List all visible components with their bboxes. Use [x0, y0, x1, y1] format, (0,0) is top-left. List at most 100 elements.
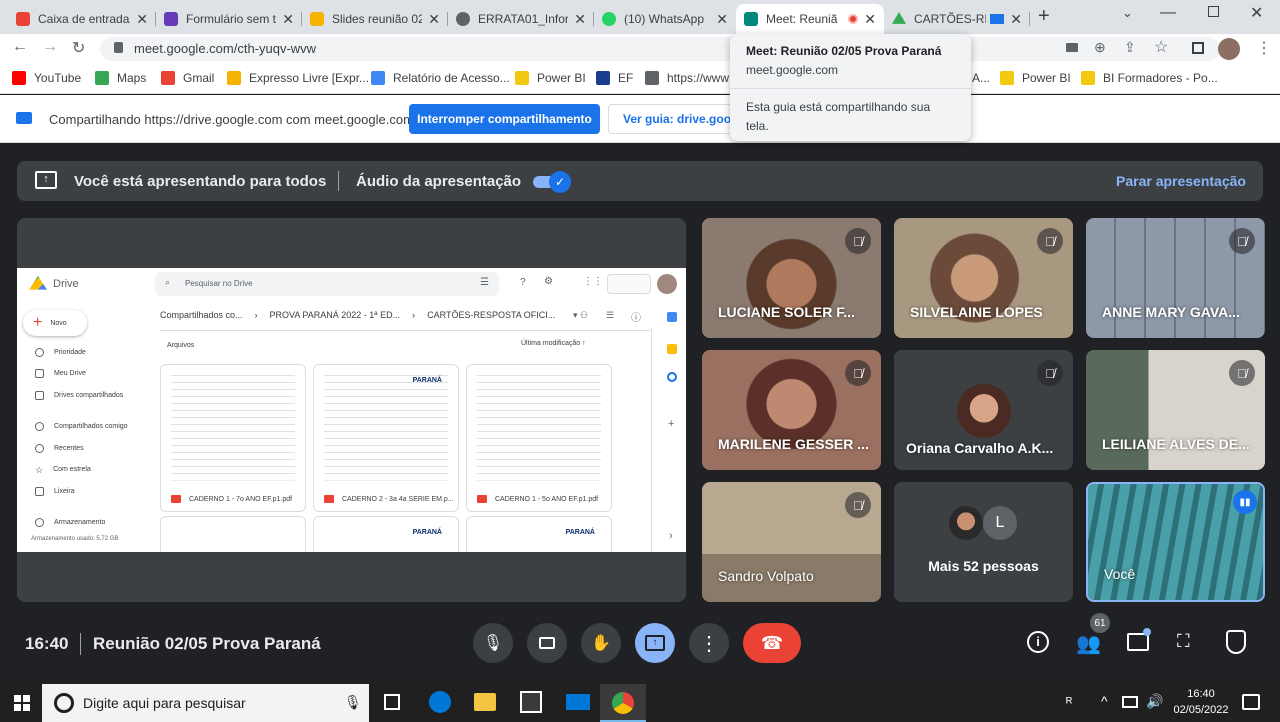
drive-search-input[interactable]: ⌕ Pesquisar no Drive ☰: [155, 272, 499, 296]
notifications-icon[interactable]: [1242, 694, 1260, 710]
taskbar-search-box[interactable]: Digite aqui para pesquisar 🎙: [42, 684, 369, 722]
people-icon[interactable]: 👥: [1076, 631, 1101, 656]
raise-hand-button[interactable]: ✋: [581, 623, 621, 663]
bookmark-www[interactable]: https://www: [645, 71, 729, 85]
participant-tile[interactable]: 🎙̸ LEILIANE ALVES DE...: [1086, 350, 1265, 470]
breadcrumb-item[interactable]: CARTÕES-RESPOSTA OFICI...: [427, 310, 555, 320]
microphone-icon[interactable]: 🎙: [344, 694, 362, 711]
tab-meet[interactable]: Meet: Reuniã ✕: [736, 4, 884, 34]
share-icon[interactable]: ⇪: [1124, 39, 1136, 56]
info-icon[interactable]: ⓘ: [631, 309, 641, 324]
file-card[interactable]: PARANÁ CADERNO 2 - 3a 4a SERIE EM.p...: [313, 364, 459, 512]
file-card[interactable]: PARANÁ: [466, 516, 612, 552]
tab-gmail[interactable]: Caixa de entrada ✕: [8, 4, 156, 34]
activities-icon[interactable]: ⛶: [1177, 631, 1190, 652]
close-tab-icon[interactable]: ✕: [428, 11, 440, 28]
nav-shared-drives[interactable]: Drives compartilhados: [35, 391, 123, 400]
back-icon[interactable]: ←: [12, 38, 28, 56]
present-button[interactable]: ↑: [635, 623, 675, 663]
tab-errata[interactable]: ERRATA01_Inform✕: [448, 4, 594, 34]
microphone-button[interactable]: 🎙: [473, 623, 513, 663]
bookmark-gmail[interactable]: Gmail: [161, 71, 214, 85]
task-view-icon[interactable]: [384, 694, 400, 710]
drive-avatar[interactable]: [657, 274, 677, 294]
new-button[interactable]: + Novo: [23, 310, 87, 336]
chevron-up-icon[interactable]: ^: [1101, 693, 1108, 709]
clock-date[interactable]: 02/05/2022: [1166, 704, 1236, 716]
bookmark-ef[interactable]: EF: [596, 71, 633, 85]
participant-tile[interactable]: 🎙̸ Sandro Volpato: [702, 482, 881, 602]
forward-icon[interactable]: →: [42, 38, 58, 56]
participant-tile[interactable]: 🎙̸ Oriana Carvalho A.K...: [894, 350, 1073, 470]
volume-icon[interactable]: 🔊: [1146, 693, 1163, 710]
self-tile[interactable]: ▮▮ Você: [1086, 482, 1265, 602]
more-participants-tile[interactable]: L Mais 52 pessoas: [894, 482, 1073, 602]
people-icon[interactable]: ᴿ: [1066, 694, 1072, 710]
close-tab-icon[interactable]: ✕: [716, 11, 728, 28]
host-controls-icon[interactable]: [1226, 630, 1246, 654]
close-window-icon[interactable]: ✕: [1250, 3, 1263, 23]
camera-icon[interactable]: [1066, 43, 1078, 52]
windows-start-icon[interactable]: [14, 695, 30, 711]
edge-icon[interactable]: [429, 691, 451, 713]
breadcrumb-item[interactable]: Compartilhados co...: [160, 310, 243, 320]
camera-button[interactable]: [527, 623, 567, 663]
leave-call-button[interactable]: ☎: [743, 623, 801, 663]
sort-button[interactable]: Última modificação ↑: [521, 340, 586, 347]
list-view-icon[interactable]: ☰: [606, 310, 614, 321]
stop-sharing-button[interactable]: Interromper compartilhamento: [409, 104, 600, 134]
breadcrumb-item[interactable]: PROVA PARANÁ 2022 - 1ª ED...: [270, 310, 401, 320]
profile-avatar[interactable]: [1218, 38, 1240, 60]
tasks-icon[interactable]: [667, 372, 677, 382]
nav-trash[interactable]: Lixeira: [35, 487, 75, 496]
gear-icon[interactable]: ⚙: [544, 276, 553, 287]
participant-tile[interactable]: 🎙̸ LUCIANE SOLER F...: [702, 218, 881, 338]
breadcrumb-menu-icon[interactable]: ▾ ⚇: [573, 310, 588, 321]
tab-slides[interactable]: Slides reunião 02 ✕: [302, 4, 448, 34]
clock-time[interactable]: 16:40: [1166, 688, 1236, 700]
close-tab-icon[interactable]: ✕: [574, 11, 586, 28]
chevron-right-icon[interactable]: ›: [669, 530, 673, 542]
file-explorer-icon[interactable]: [474, 693, 496, 711]
tab-drive[interactable]: CARTÕES-RE ✕: [884, 4, 1030, 34]
bookmark-powerbi-2[interactable]: Power BI: [1000, 71, 1071, 85]
close-tab-icon[interactable]: ✕: [864, 11, 876, 28]
tab-form[interactable]: Formulário sem t ✕: [156, 4, 302, 34]
side-panel-icon[interactable]: [1192, 42, 1204, 54]
minimize-icon[interactable]: —: [1160, 4, 1176, 22]
participant-tile[interactable]: 🎙̸ SILVELAINE LOPES: [894, 218, 1073, 338]
restore-icon[interactable]: [1208, 6, 1219, 17]
star-icon[interactable]: ☆: [1154, 37, 1168, 57]
address-bar[interactable]: meet.google.com/cth-yuqv-wvw: [100, 37, 1220, 61]
bookmark-youtube[interactable]: YouTube: [12, 71, 81, 85]
nav-starred[interactable]: ☆ Com estrela: [35, 465, 91, 475]
mail-icon[interactable]: [566, 694, 590, 710]
reload-icon[interactable]: ↻: [72, 38, 85, 58]
nav-priority[interactable]: Prioridade: [35, 348, 86, 357]
add-addon-icon[interactable]: +: [668, 418, 674, 430]
bookmark-maps[interactable]: Maps: [95, 71, 146, 85]
file-card[interactable]: PARANÁ: [313, 516, 459, 552]
file-card[interactable]: [160, 516, 306, 552]
bookmark-expresso[interactable]: Expresso Livre [Expr...: [227, 71, 369, 85]
close-tab-icon[interactable]: ✕: [282, 11, 294, 28]
view-tab-button[interactable]: Ver guia: drive.google: [608, 104, 742, 134]
close-tab-icon[interactable]: ✕: [1010, 11, 1022, 28]
nav-my-drive[interactable]: Meu Drive: [35, 369, 86, 378]
tab-whatsapp[interactable]: (10) WhatsApp ✕: [594, 4, 736, 34]
calendar-icon[interactable]: [667, 312, 677, 322]
nav-shared-with-me[interactable]: Compartilhados comigo: [35, 422, 128, 431]
chevron-down-icon[interactable]: ⌄: [1122, 5, 1133, 21]
bookmark-relatorio[interactable]: Relatório de Acesso...: [371, 71, 510, 85]
bookmark-bi-formadores[interactable]: BI Formadores - Po...: [1081, 71, 1218, 85]
apps-grid-icon[interactable]: ⋮⋮: [583, 276, 603, 287]
help-icon[interactable]: ?: [520, 277, 526, 288]
new-tab-icon[interactable]: +: [1038, 5, 1050, 28]
bookmark-a[interactable]: A...: [972, 71, 990, 85]
nav-recent[interactable]: Recentes: [35, 444, 84, 453]
zoom-icon[interactable]: ⊕: [1094, 39, 1106, 56]
close-tab-icon[interactable]: ✕: [136, 11, 148, 28]
participant-tile[interactable]: 🎙̸ MARILENE GESSER ...: [702, 350, 881, 470]
stop-presenting-button[interactable]: Parar apresentação: [1116, 173, 1246, 189]
store-icon[interactable]: [520, 691, 542, 713]
